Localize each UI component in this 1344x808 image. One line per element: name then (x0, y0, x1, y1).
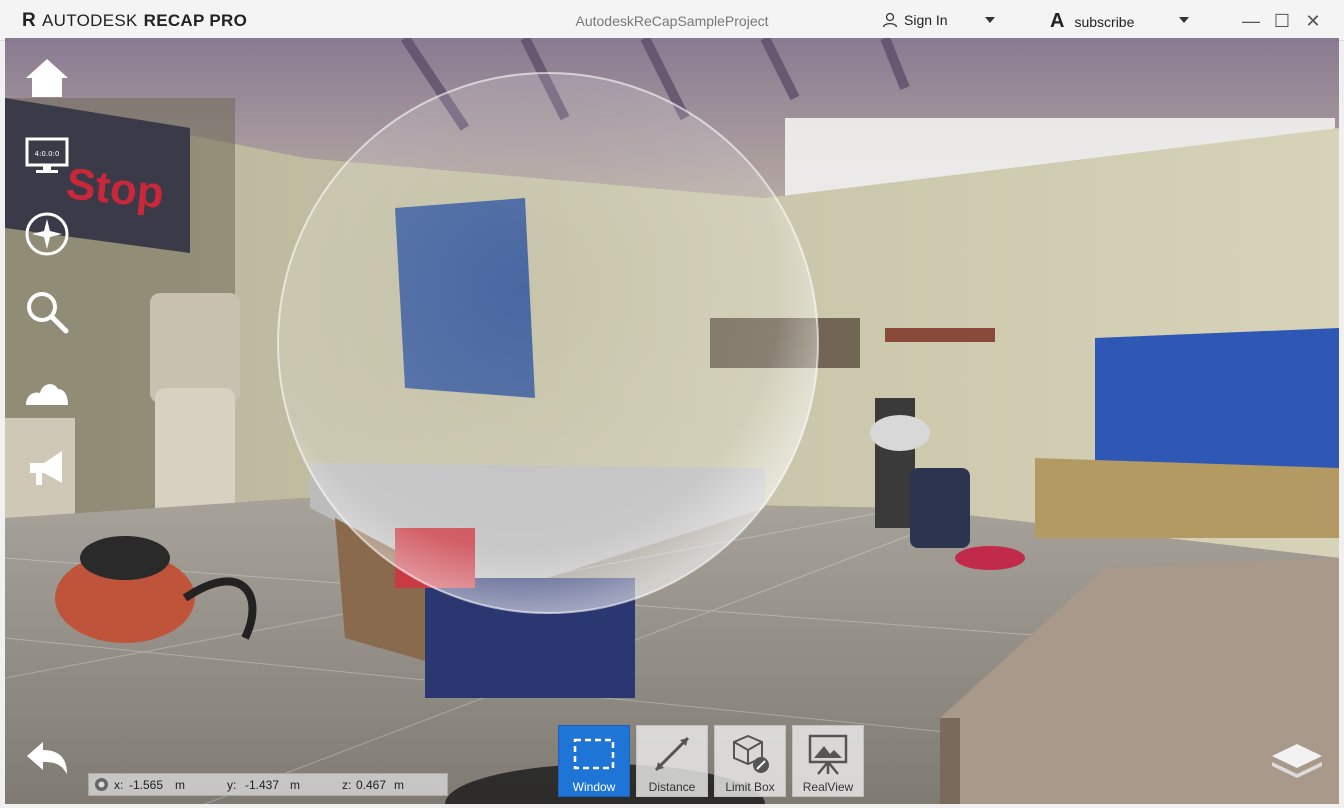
recap-logo-icon: R (22, 10, 37, 31)
close-button[interactable]: ✕ (1302, 10, 1324, 32)
realview-tool-label: RealView (802, 780, 854, 794)
point-cloud-scene: Stop (5, 38, 1339, 804)
layers-icon[interactable] (1270, 740, 1324, 785)
z-unit: m (394, 778, 404, 792)
brand-name: AUTODESK (42, 11, 138, 30)
user-icon (882, 12, 898, 28)
distance-tool-label: Distance (648, 780, 696, 794)
y-unit: m (290, 778, 300, 792)
point-cloud-viewport[interactable]: Stop 4:0.0:0 x: -1.565 m y: -1.437 m z: … (5, 38, 1339, 804)
limit-box-icon (727, 731, 773, 777)
x-label: x: (114, 778, 124, 792)
y-label: y: (227, 778, 237, 792)
limit-box-tool-label: Limit Box (725, 780, 775, 794)
subscribe-dropdown-icon[interactable] (1179, 17, 1189, 23)
display-label: 4:0.0:0 (35, 150, 60, 158)
distance-icon (649, 731, 695, 777)
window-select-icon (571, 731, 617, 777)
z-label: z: (342, 778, 352, 792)
minimize-button[interactable]: — (1240, 10, 1262, 32)
sign-in-label: Sign In (904, 12, 948, 28)
display-icon[interactable]: 4:0.0:0 (23, 132, 71, 180)
limit-box-tool-button[interactable]: Limit Box (714, 725, 786, 797)
maximize-button[interactable]: ☐ (1271, 10, 1293, 32)
z-value: 0.467 (356, 778, 387, 792)
brand-product: RECAP PRO (143, 11, 248, 30)
compass-icon[interactable] (23, 210, 71, 258)
subscribe-button[interactable]: A subscribe (1050, 10, 1134, 33)
y-value: -1.437 (245, 778, 280, 792)
app-brand: R AUTODESK RECAP PRO (22, 10, 247, 32)
cloud-icon[interactable] (23, 368, 71, 416)
x-unit: m (175, 778, 185, 792)
window-tool-label: Window (572, 780, 616, 794)
home-icon[interactable] (23, 54, 71, 102)
distance-tool-button[interactable]: Distance (636, 725, 708, 797)
back-arrow-icon[interactable] (23, 738, 71, 783)
realview-icon (805, 731, 851, 777)
title-bar: R AUTODESK RECAP PRO AutodeskReCapSample… (0, 0, 1344, 41)
realview-tool-button[interactable]: RealView (792, 725, 864, 797)
search-icon[interactable] (23, 288, 71, 336)
target-icon (94, 777, 109, 795)
svg-text:Stop: Stop (64, 159, 166, 218)
coordinate-readout: x: -1.565 m y: -1.437 m z: 0.467 m (88, 773, 448, 796)
sign-in-button[interactable]: Sign In (882, 12, 948, 28)
autodesk-logo-icon: A (1050, 10, 1065, 32)
subscribe-label: subscribe (1074, 13, 1135, 30)
x-value: -1.565 (129, 778, 164, 792)
announcement-icon[interactable] (23, 444, 71, 492)
window-tool-button[interactable]: Window (558, 725, 630, 797)
sign-in-dropdown-icon[interactable] (985, 17, 995, 23)
